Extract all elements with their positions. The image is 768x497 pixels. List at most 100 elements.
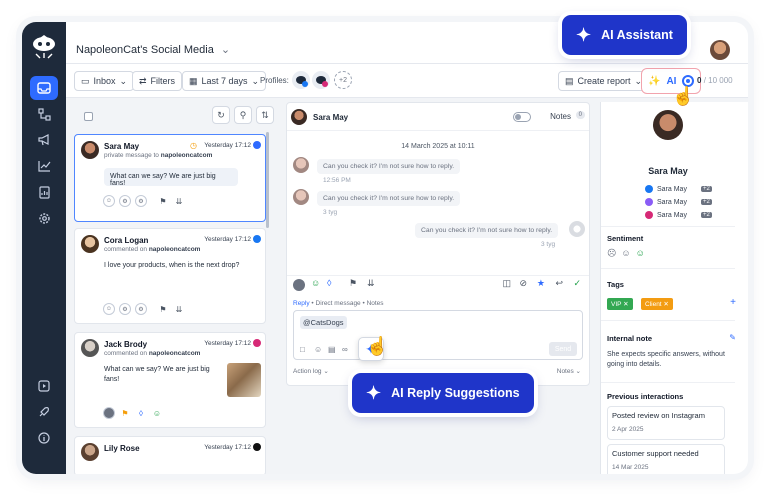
assign-user-icon[interactable]: ☺: [103, 303, 115, 315]
date-range-label: Last 7 days: [201, 76, 248, 86]
translate-icon[interactable]: ⇊: [173, 195, 185, 207]
nav-megaphone-icon[interactable]: [30, 128, 58, 152]
reply-icon[interactable]: ↩: [555, 278, 563, 289]
brand-avatar: [569, 221, 585, 237]
search-icon[interactable]: ⚲: [234, 106, 252, 124]
assigned-avatar[interactable]: [293, 279, 305, 291]
reply-composer[interactable]: @CatsDogs □ ☺ ▤ ∞ ✦ Send: [293, 310, 583, 361]
notes-dropdown[interactable]: Notes ⌄: [557, 367, 581, 375]
add-tag-icon[interactable]: +: [730, 297, 736, 308]
nav-hierarchy-icon[interactable]: [30, 102, 58, 126]
list-item[interactable]: Sara May private message to napoleoncatc…: [74, 134, 266, 222]
bookmark-icon[interactable]: □: [300, 345, 305, 354]
smiley-icon[interactable]: ☺: [151, 407, 163, 419]
profile-facebook-avatar[interactable]: [292, 71, 310, 89]
nav-play-icon[interactable]: [30, 374, 58, 398]
sparkle-icon: ✦: [576, 24, 592, 45]
translate-icon[interactable]: ⇊: [173, 303, 185, 315]
tag-icon[interactable]: ⚙: [135, 303, 147, 315]
flag-icon[interactable]: ⚑: [349, 278, 357, 289]
translate-icon[interactable]: ⇊: [367, 278, 375, 289]
calendar-icon: ▦: [189, 75, 198, 86]
nav-report-icon[interactable]: [30, 180, 58, 204]
internal-note-title: Internal note: [607, 334, 653, 343]
avatar: [293, 189, 309, 205]
happy-face-icon[interactable]: ☺: [636, 248, 645, 259]
emoji-icon[interactable]: ☺: [314, 345, 322, 354]
flag-icon[interactable]: ⚑: [157, 303, 169, 315]
list-item[interactable]: Jack Brody commented on napoleoncatcom Y…: [74, 332, 266, 428]
profile-row[interactable]: Sara May +2: [645, 185, 712, 193]
flag-icon[interactable]: ⚑: [157, 195, 169, 207]
tag-client[interactable]: Client ✕: [641, 298, 673, 310]
message-list: ↻ ⚲ ⇅ Sara May private message to napole…: [70, 102, 274, 474]
create-report-dropdown[interactable]: ▤ Create report ⌄: [558, 71, 650, 91]
tab-direct-message[interactable]: Direct message: [316, 300, 361, 307]
avatar: [81, 339, 99, 357]
send-button[interactable]: Send: [549, 342, 577, 356]
image-icon[interactable]: ▤: [328, 345, 336, 354]
tag-vip[interactable]: VIP ✕: [607, 298, 633, 310]
settings-icon[interactable]: ⚙: [119, 195, 131, 207]
profile-row[interactable]: Sara May +2: [645, 198, 712, 206]
chevron-down-icon: ⌄: [251, 75, 260, 86]
neutral-face-icon[interactable]: ☺: [621, 248, 630, 259]
link-icon[interactable]: ∞: [342, 345, 348, 354]
attached-photo[interactable]: [227, 363, 261, 397]
select-all-checkbox[interactable]: [84, 112, 93, 121]
notes-toggle[interactable]: [513, 112, 531, 122]
profile-row[interactable]: Sara May +2: [645, 211, 712, 219]
tab-notes[interactable]: Notes: [367, 300, 384, 307]
sad-face-icon[interactable]: ☹: [607, 248, 616, 259]
message-time: Yesterday 17:12: [204, 142, 251, 149]
interaction-title: Customer support needed: [612, 449, 699, 458]
previous-interaction-card[interactable]: Customer support needed 14 Mar 2025: [607, 444, 725, 474]
tag-icon[interactable]: ◊: [135, 407, 147, 419]
user-avatar[interactable]: [710, 40, 730, 60]
inbox-dropdown[interactable]: ▭ Inbox ⌄: [74, 71, 135, 91]
workspace-name: NapoleonCat's Social Media: [76, 44, 214, 56]
message-time: 3 tyg: [541, 241, 556, 248]
workspace-selector[interactable]: NapoleonCat's Social Media ⌄: [76, 43, 230, 56]
nav-info-icon[interactable]: [30, 426, 58, 450]
nav-rocket-icon[interactable]: [30, 400, 58, 424]
smiley-icon[interactable]: ☺: [311, 278, 320, 288]
message-bubble: Can you check it? I'm not sure how to re…: [415, 223, 559, 238]
list-item[interactable]: Lily Rose Yesterday 17:12: [74, 436, 266, 474]
refresh-icon[interactable]: ↻: [212, 106, 230, 124]
sort-icon[interactable]: ⇅: [256, 106, 274, 124]
message-subtitle: private message to napoleoncatcom: [104, 152, 213, 159]
action-log-dropdown[interactable]: Action log ⌄: [293, 367, 329, 375]
nav-inbox-icon[interactable]: [30, 76, 58, 100]
list-item[interactable]: Cora Logan commented on napoleoncatcom Y…: [74, 228, 266, 324]
instagram-icon: [645, 211, 653, 219]
tag-icon[interactable]: ⚙: [135, 195, 147, 207]
edit-icon[interactable]: ✎: [729, 333, 736, 342]
flag-icon[interactable]: ⚑: [119, 407, 131, 419]
filters-button[interactable]: ⇄ Filters: [132, 71, 183, 91]
nav-settings-icon[interactable]: [30, 206, 58, 230]
previous-interaction-card[interactable]: Posted review on Instagram 2 Apr 2025: [607, 406, 725, 440]
more-profiles-button[interactable]: +2: [334, 71, 352, 89]
instagram-icon: [253, 339, 261, 347]
filter-icon: ⇄: [139, 75, 147, 86]
tab-reply[interactable]: Reply: [293, 300, 310, 307]
hide-icon[interactable]: ⊘: [519, 278, 527, 289]
hand-pointer-cursor-icon: ☝: [672, 86, 695, 106]
divider: [601, 382, 735, 383]
assigned-avatar[interactable]: [103, 407, 115, 419]
nav-chart-icon[interactable]: [30, 154, 58, 178]
resolve-check-icon[interactable]: ✓: [573, 278, 581, 289]
contact-avatar: [653, 110, 683, 140]
tag-icon[interactable]: ◊: [327, 278, 331, 288]
like-icon[interactable]: ★: [537, 278, 545, 289]
profile-instagram-avatar[interactable]: [312, 71, 330, 89]
avatar: [291, 109, 307, 125]
date-range-dropdown[interactable]: ▦ Last 7 days ⌄: [182, 71, 267, 91]
facebook-icon: [253, 235, 261, 243]
list-scrollbar[interactable]: [266, 132, 269, 228]
item-actions: ⚑ ◊ ☺: [103, 407, 163, 419]
settings-icon[interactable]: ⚙: [119, 303, 131, 315]
trash-icon[interactable]: ◫: [502, 278, 511, 289]
assign-user-icon[interactable]: ☺: [103, 195, 115, 207]
